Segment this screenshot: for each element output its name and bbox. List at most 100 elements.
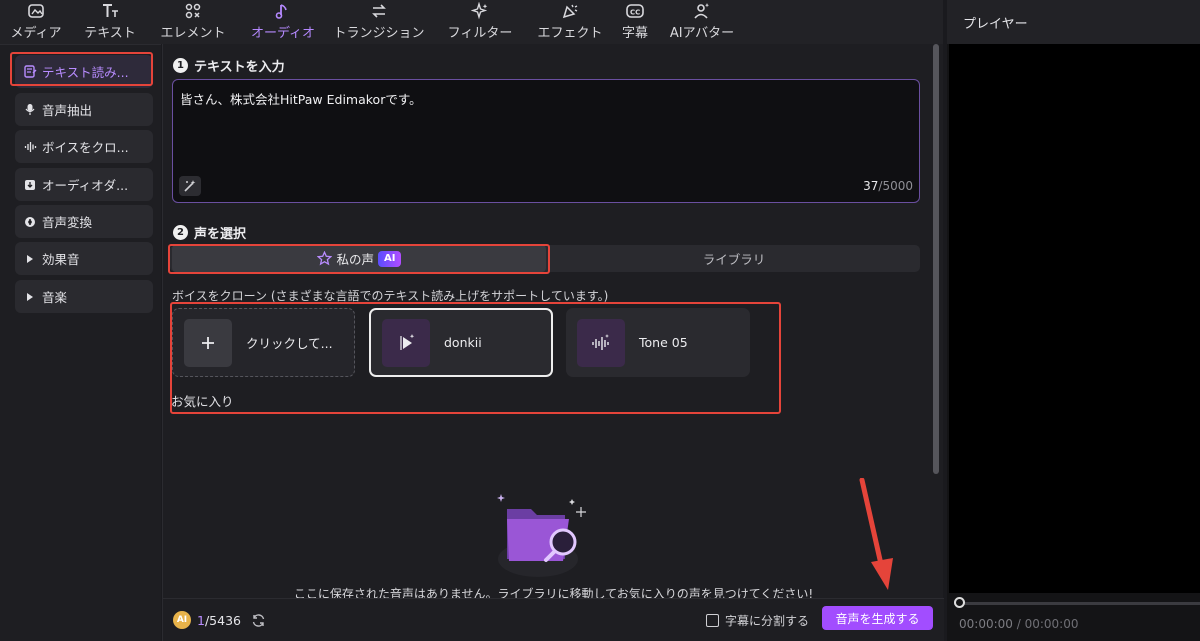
tab-subtitle[interactable]: CC 字幕	[610, 0, 660, 44]
ai-coin-icon: AI	[173, 611, 191, 629]
sidebar-item-label: 音楽	[42, 290, 68, 305]
tab-audio[interactable]: オーディオ	[238, 0, 328, 44]
filter-icon	[471, 1, 489, 21]
tab-effect[interactable]: エフェクト	[530, 0, 610, 44]
voice-card-label: Tone 05	[639, 335, 688, 350]
timecode: 00:00:00 / 00:00:00	[959, 617, 1079, 631]
voice-card-label: donkii	[444, 335, 482, 350]
sidebar-item-voice-change[interactable]: 音声変換	[15, 205, 153, 238]
refresh-icon[interactable]	[251, 613, 266, 628]
media-icon	[27, 1, 45, 21]
step-number: 2	[173, 225, 188, 240]
tab-label: エレメント	[160, 26, 226, 41]
step-number: 1	[173, 58, 188, 73]
tab-library[interactable]: ライブラリ	[548, 245, 920, 272]
annotation-arrow-icon	[848, 477, 898, 602]
generate-voice-button[interactable]: 音声を生成する	[822, 606, 933, 630]
tab-label: AIアバター	[669, 26, 735, 41]
count-max: /5000	[878, 179, 913, 193]
sidebar-item-label: テキスト読み...	[42, 65, 129, 80]
bottom-bar: AI 1 /5436 字幕に分割する 音声を生成する	[163, 598, 944, 641]
subtitle-icon: CC	[625, 1, 645, 21]
count-current: 37	[863, 179, 879, 193]
tab-label: フィルター	[447, 26, 513, 41]
playback-timeline[interactable]	[954, 602, 1200, 605]
tab-label: トランジション	[333, 26, 425, 41]
text-input-value[interactable]: 皆さん、株式会社HitPaw Edimakorです。	[180, 89, 422, 108]
tab-my-voice-label: 私の声	[336, 252, 375, 267]
tab-my-voice[interactable]: 私の声 AI	[172, 245, 546, 272]
credits-used: 1	[197, 612, 205, 628]
waveform-icon	[23, 140, 37, 154]
voice-card-donkii[interactable]: donkii	[369, 308, 553, 377]
text-icon	[100, 1, 120, 21]
sidebar-item-audio-download[interactable]: オーディオダ...	[15, 168, 153, 201]
player-title: プレイヤー	[947, 0, 1200, 44]
voice-change-icon	[23, 215, 37, 229]
split-subtitles-checkbox[interactable]: 字幕に分割する	[706, 612, 809, 629]
ai-avatar-icon	[693, 1, 711, 21]
split-subtitles-label: 字幕に分割する	[725, 614, 810, 628]
time-current: 00:00:00	[959, 617, 1013, 631]
add-voice-card[interactable]: クリックして...	[172, 308, 355, 377]
time-total: / 00:00:00	[1016, 617, 1079, 631]
checkbox[interactable]	[706, 614, 719, 627]
step-1-heading: 1 テキストを入力	[173, 56, 285, 75]
credits-total: /5436	[204, 612, 241, 628]
tab-media[interactable]: メディア	[0, 0, 72, 44]
sidebar-item-sound-effects[interactable]: 効果音	[15, 242, 153, 275]
effect-icon	[561, 1, 579, 21]
tab-label: エフェクト	[537, 26, 603, 41]
audio-icon	[274, 1, 292, 21]
text-to-speech-panel: 1 テキストを入力 皆さん、株式会社HitPaw Edimakorです。 37/…	[162, 44, 944, 641]
favorites-heading: お気に入り	[171, 394, 234, 409]
text-input-area[interactable]: 皆さん、株式会社HitPaw Edimakorです。 37/5000	[172, 79, 920, 203]
scrollbar[interactable]	[933, 44, 939, 474]
playhead-knob[interactable]	[954, 597, 965, 608]
voice-card-label: クリックして...	[246, 336, 333, 351]
download-icon	[23, 178, 37, 192]
svg-text:CC: CC	[630, 9, 640, 17]
tab-label: メディア	[10, 26, 62, 41]
tab-label: 字幕	[621, 26, 648, 41]
sidebar-item-label: 音声抽出	[42, 103, 93, 118]
step-title: 声を選択	[194, 227, 247, 242]
sidebar-item-label: 効果音	[42, 252, 80, 267]
credits-counter: AI 1 /5436	[173, 611, 266, 629]
sidebar-item-voice-clone[interactable]: ボイスをクロ...	[15, 130, 153, 163]
character-count: 37/5000	[863, 179, 913, 193]
tab-text[interactable]: テキスト	[72, 0, 148, 44]
app-window: メディア テキスト エレメント オーディオ トランジション フィルター エフェク…	[0, 0, 1200, 641]
mic-icon	[23, 103, 37, 117]
ai-badge: AI	[378, 250, 402, 267]
top-tab-bar: メディア テキスト エレメント オーディオ トランジション フィルター エフェク…	[0, 0, 943, 44]
sidebar-item-text-to-speech[interactable]: テキスト読み...	[15, 55, 153, 88]
expand-triangle-icon	[23, 252, 37, 266]
tab-element[interactable]: エレメント	[148, 0, 238, 44]
waveform-sparkle-icon	[577, 318, 625, 367]
player-panel: プレイヤー 00:00:00 / 00:00:00	[947, 0, 1200, 641]
tab-filter[interactable]: フィルター	[430, 0, 530, 44]
step-2-heading: 2 声を選択	[173, 223, 246, 242]
sidebar-item-audio-extract[interactable]: 音声抽出	[15, 93, 153, 126]
expand-triangle-icon	[23, 290, 37, 304]
voice-play-icon	[382, 318, 430, 367]
empty-folder-icon	[493, 489, 593, 583]
tab-label: オーディオ	[250, 26, 316, 41]
sidebar-item-music[interactable]: 音楽	[15, 280, 153, 313]
magic-wand-icon[interactable]	[179, 176, 201, 196]
sidebar-item-label: オーディオダ...	[42, 178, 129, 193]
transition-icon	[369, 1, 389, 21]
step-title: テキストを入力	[194, 60, 285, 75]
sidebar-item-label: 音声変換	[42, 215, 93, 230]
voice-source-tabs: 私の声 AI ライブラリ	[170, 245, 920, 272]
video-preview	[949, 44, 1200, 593]
star-icon	[316, 251, 332, 266]
voice-card-tone-05[interactable]: Tone 05	[566, 308, 750, 377]
tab-label: テキスト	[84, 26, 136, 41]
tab-ai-avatar[interactable]: AIアバター	[660, 0, 744, 44]
tab-transition[interactable]: トランジション	[328, 0, 430, 44]
tts-icon	[23, 65, 37, 79]
element-icon	[184, 1, 202, 21]
audio-sidebar: テキスト読み... 音声抽出 ボイスをクロ... オーディオダ... 音声変換	[0, 44, 161, 641]
